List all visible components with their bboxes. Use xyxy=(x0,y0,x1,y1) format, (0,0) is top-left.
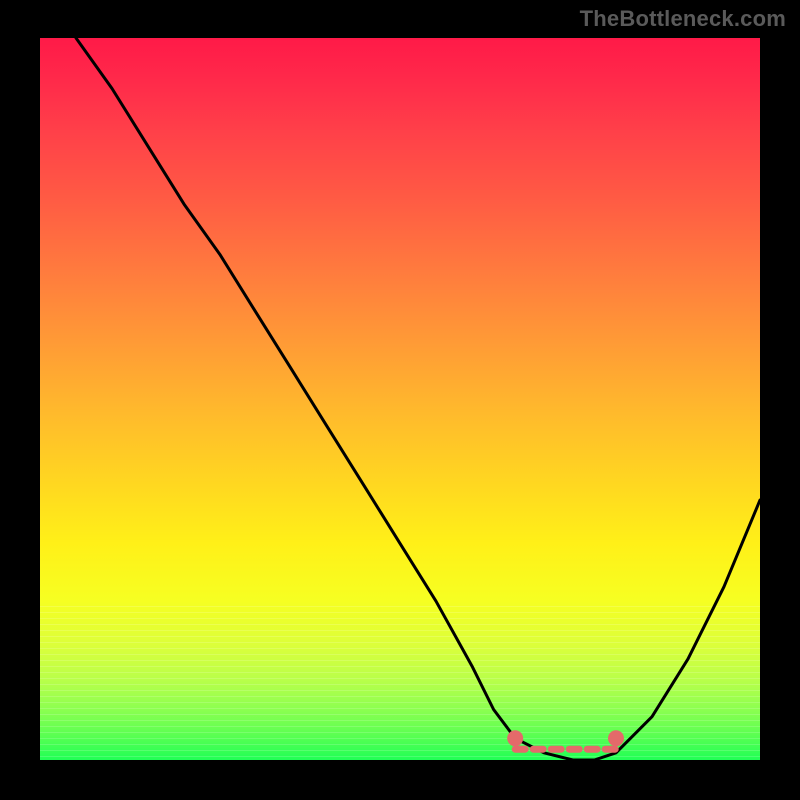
heat-gradient xyxy=(40,38,760,760)
chart-frame: TheBottleneck.com xyxy=(0,0,800,800)
plot-area xyxy=(40,38,760,760)
attribution-label: TheBottleneck.com xyxy=(580,6,786,32)
